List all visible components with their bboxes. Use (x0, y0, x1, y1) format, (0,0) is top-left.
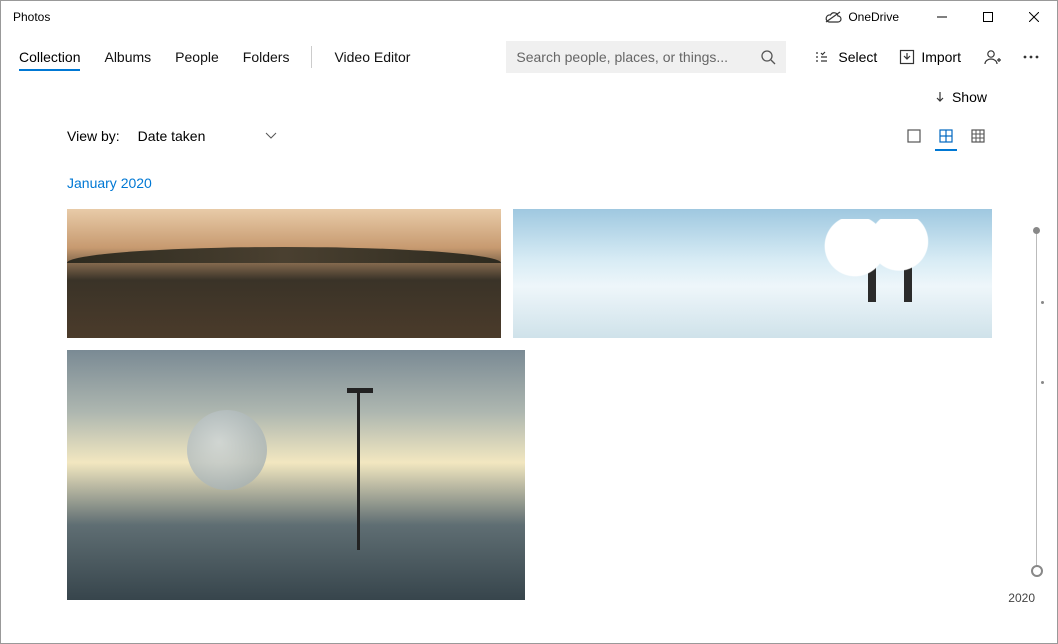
viewby-value: Date taken (138, 128, 206, 144)
import-icon (899, 49, 915, 65)
nav-tabs: Collection Albums People Folders (19, 37, 289, 77)
search-placeholder: Search people, places, or things... (516, 49, 760, 65)
view-mode-group (905, 127, 987, 145)
timeline-top-dot (1033, 227, 1040, 234)
tab-folders[interactable]: Folders (243, 37, 290, 77)
titlebar: Photos OneDrive (1, 1, 1057, 33)
select-button[interactable]: Select (816, 49, 877, 65)
account-button[interactable] (983, 48, 1001, 66)
onedrive-label: OneDrive (848, 10, 899, 24)
timeline-tick (1041, 301, 1044, 304)
thumbnail-grid (67, 209, 1007, 600)
timeline-track (1036, 231, 1037, 573)
navbar: Collection Albums People Folders Video E… (1, 33, 1057, 81)
person-add-icon (983, 48, 1001, 66)
cloud-off-icon (824, 11, 842, 23)
view-mode-single[interactable] (905, 127, 923, 145)
viewby-dropdown[interactable]: Date taken (138, 128, 278, 144)
import-label: Import (921, 49, 961, 65)
tab-albums[interactable]: Albums (104, 37, 151, 77)
import-button[interactable]: Import (899, 49, 961, 65)
tab-collection[interactable]: Collection (19, 37, 80, 77)
search-icon (760, 49, 776, 65)
tab-people[interactable]: People (175, 37, 219, 77)
timeline-scrubber[interactable]: 2020 (1029, 231, 1031, 603)
view-mode-small[interactable] (969, 127, 987, 145)
search-input[interactable]: Search people, places, or things... (506, 41, 786, 73)
select-icon (816, 50, 832, 64)
close-button[interactable] (1011, 1, 1057, 33)
arrow-down-icon (934, 91, 946, 103)
photo-thumbnail[interactable] (67, 209, 501, 338)
select-label: Select (838, 49, 877, 65)
content: January 2020 (1, 145, 1057, 600)
photo-thumbnail[interactable] (513, 209, 992, 338)
subbar: Show (1, 81, 1057, 105)
view-mode-medium[interactable] (937, 127, 955, 145)
timeline-handle[interactable] (1031, 565, 1043, 577)
minimize-button[interactable] (919, 1, 965, 33)
more-icon (1023, 55, 1039, 59)
timeline-year-label: 2020 (1008, 591, 1035, 605)
date-group-header[interactable]: January 2020 (67, 175, 1057, 191)
photo-thumbnail[interactable] (67, 350, 525, 600)
onedrive-button[interactable]: OneDrive (824, 10, 899, 24)
more-button[interactable] (1023, 55, 1039, 59)
maximize-button[interactable] (965, 1, 1011, 33)
viewby: View by: Date taken (67, 128, 277, 144)
show-button[interactable]: Show (934, 89, 987, 105)
app-title: Photos (13, 10, 50, 24)
viewby-label: View by: (67, 128, 120, 144)
controls-row: View by: Date taken (1, 105, 1057, 145)
chevron-down-icon (265, 132, 277, 140)
timeline-tick (1041, 381, 1044, 384)
show-label: Show (952, 89, 987, 105)
nav-divider (311, 46, 312, 68)
tab-video-editor[interactable]: Video Editor (334, 37, 410, 77)
